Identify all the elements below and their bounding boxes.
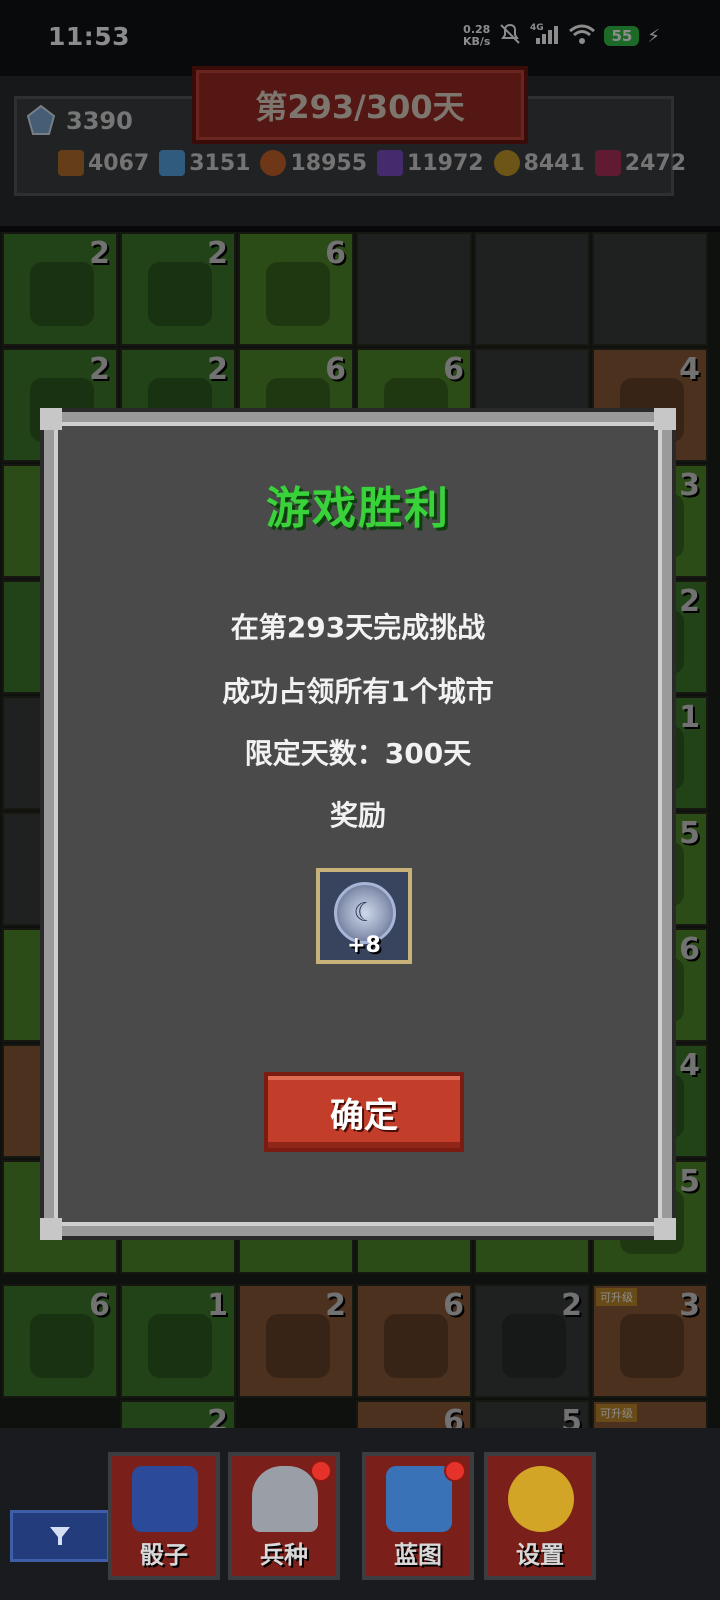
dice-icon (132, 1466, 198, 1532)
notification-dot (310, 1460, 332, 1482)
cities-text: 成功占领所有1个城市 (222, 675, 494, 708)
nav-settings[interactable]: 设置 (484, 1452, 596, 1580)
nav-blueprint[interactable]: 蓝图 (362, 1452, 474, 1580)
reward-label: 奖励 (329, 799, 386, 832)
gear-icon (508, 1466, 574, 1532)
victory-dialog: 游戏胜利 在第293天完成挑战 成功占领所有1个城市 限定天数：300天 奖励 … (40, 408, 676, 1240)
reward-item[interactable]: ☾ +8 (316, 868, 412, 964)
nav-dice[interactable]: 骰子 (108, 1452, 220, 1580)
blueprint-icon (386, 1466, 452, 1532)
day-limit-text: 限定天数：300天 (244, 737, 472, 770)
notification-dot (444, 1460, 466, 1482)
filter-button[interactable] (10, 1510, 110, 1562)
confirm-button[interactable]: 确定 (264, 1072, 464, 1152)
dialog-title: 游戏胜利 (266, 483, 450, 534)
nav-troops[interactable]: 兵种 (228, 1452, 340, 1580)
filter-icon (50, 1527, 70, 1545)
completion-text: 在第293天完成挑战 (230, 611, 486, 644)
reward-count: +8 (347, 933, 381, 958)
bottom-nav: 骰子 兵种 蓝图 设置 (0, 1428, 720, 1600)
helmet-icon (252, 1466, 318, 1532)
